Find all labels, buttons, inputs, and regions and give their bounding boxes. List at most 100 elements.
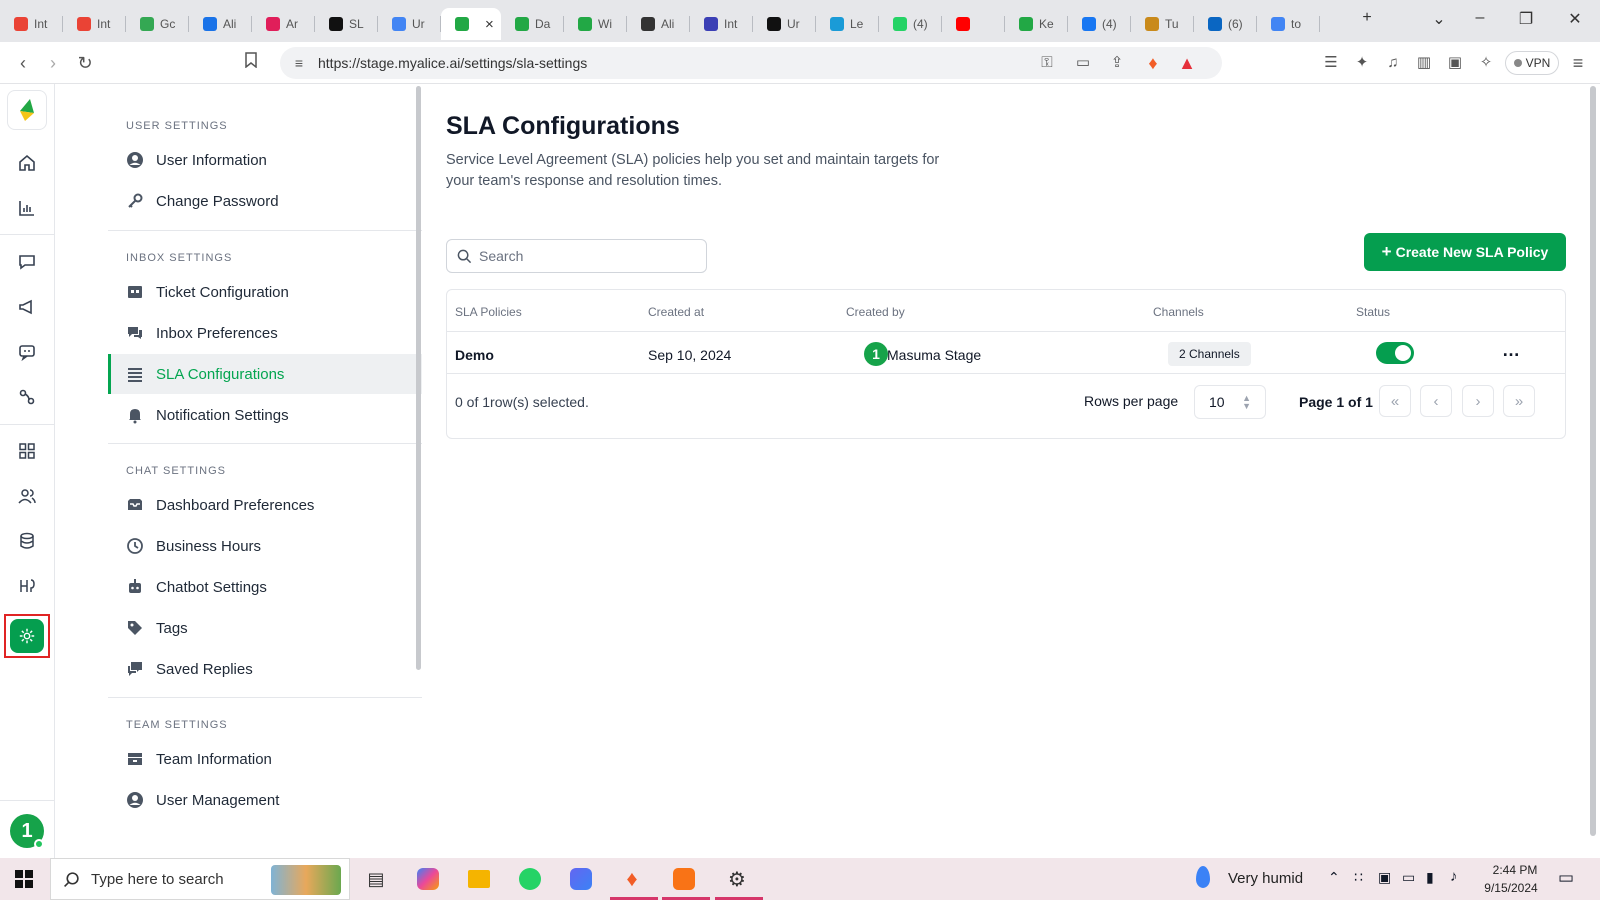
column-header-channels[interactable]: Channels — [1153, 305, 1204, 319]
column-header-created-by[interactable]: Created by — [846, 305, 905, 319]
forward-icon[interactable]: › — [42, 52, 64, 74]
share-icon[interactable]: ⇪ — [1106, 52, 1128, 74]
workflow-icon[interactable] — [15, 385, 39, 409]
browser-tab[interactable]: Le — [816, 8, 879, 40]
nav-item-user-management[interactable]: User Management — [108, 780, 456, 820]
browser-tab[interactable]: Ar — [252, 8, 315, 40]
ecommerce-icon[interactable] — [15, 574, 39, 598]
display-icon[interactable]: ▭ — [1402, 869, 1415, 886]
settings-app-icon[interactable]: ⚙ — [723, 865, 751, 893]
meet-now-icon[interactable]: ▣ — [1378, 869, 1391, 886]
browser-tab[interactable]: Int — [63, 8, 126, 40]
column-header-status[interactable]: Status — [1356, 305, 1390, 319]
column-header-sla-policies[interactable]: SLA Policies — [455, 305, 522, 319]
new-tab-button[interactable]: + — [1355, 9, 1379, 27]
customers-icon[interactable] — [15, 484, 39, 508]
network-icon[interactable]: ∷ — [1354, 869, 1363, 886]
copilot-icon[interactable] — [414, 865, 442, 893]
browser-tab[interactable]: Ur — [378, 8, 441, 40]
analytics-icon[interactable] — [15, 196, 39, 220]
browser-tab[interactable]: Ke — [1005, 8, 1068, 40]
leo-ai-icon[interactable]: ✧ — [1475, 52, 1497, 74]
address-bar[interactable]: ≡ https://stage.myalice.ai/settings/sla-… — [280, 47, 1222, 79]
sidebar-toggle-icon[interactable]: ▥ — [1413, 52, 1435, 74]
media-icon[interactable]: ♫ — [1382, 52, 1404, 74]
nav-item-ticket-configuration[interactable]: Ticket Configuration — [108, 272, 456, 312]
rows-per-page-select[interactable]: 10 ▲ ▼ — [1194, 385, 1266, 419]
nav-item-sla-configurations[interactable]: SLA Configurations — [108, 354, 456, 394]
windows-start-icon[interactable] — [15, 870, 33, 888]
nav-item-tags[interactable]: Tags — [108, 608, 456, 648]
browser-tab[interactable]: Da — [501, 8, 564, 40]
nav-item-team-information[interactable]: Team Information — [108, 739, 456, 779]
file-explorer-icon[interactable] — [465, 865, 493, 893]
browser-tab[interactable]: Int — [0, 8, 63, 40]
cast-icon[interactable]: ▭ — [1072, 52, 1094, 74]
browser-tab[interactable]: Ali — [189, 8, 252, 40]
myalice-logo[interactable] — [7, 90, 47, 130]
password-key-icon[interactable]: ⚿ — [1036, 52, 1058, 74]
search-box[interactable] — [446, 239, 707, 273]
channels-badge[interactable]: 2 Channels — [1168, 342, 1251, 366]
vpn-button[interactable]: VPN — [1505, 51, 1559, 75]
restore-button[interactable]: ❐ — [1514, 9, 1538, 29]
reload-icon[interactable]: ↻ — [74, 52, 96, 74]
browser-tab[interactable]: Ali — [627, 8, 690, 40]
nav-item-chatbot-settings[interactable]: Chatbot Settings — [108, 567, 456, 607]
nav-item-inbox-preferences[interactable]: Inbox Preferences — [108, 313, 456, 353]
browser-tab[interactable]: Ur — [753, 8, 816, 40]
home-icon[interactable] — [15, 151, 39, 175]
app-hexagon-icon[interactable] — [567, 865, 595, 893]
notification-center-icon[interactable]: ▭ — [1558, 868, 1574, 888]
whatsapp-icon[interactable] — [516, 865, 544, 893]
browser-tab[interactable]: to — [1257, 8, 1320, 40]
database-icon[interactable] — [15, 529, 39, 553]
first-page-button[interactable]: « — [1379, 385, 1411, 417]
site-settings-icon[interactable]: ≡ — [288, 52, 310, 74]
browser-tab[interactable] — [942, 8, 1005, 40]
nav-item-notification-settings[interactable]: Notification Settings — [108, 395, 456, 435]
close-window-button[interactable]: ✕ — [1563, 9, 1587, 29]
clock-time[interactable]: 2:44 PM — [1485, 863, 1545, 877]
clock-date[interactable]: 9/15/2024 — [1478, 881, 1544, 895]
integrations-grid-icon[interactable] — [15, 439, 39, 463]
create-new-sla-policy-button[interactable]: + Create New SLA Policy — [1364, 233, 1566, 271]
browser-tab[interactable]: Tu — [1131, 8, 1194, 40]
brave-shields-icon[interactable]: ♦ — [1142, 52, 1164, 74]
status-toggle[interactable] — [1376, 342, 1414, 364]
reader-icon[interactable]: ☰ — [1320, 52, 1342, 74]
brave-browser-icon[interactable]: ♦ — [618, 865, 646, 893]
weather-text[interactable]: Very humid — [1228, 870, 1303, 887]
broadcast-megaphone-icon[interactable] — [15, 295, 39, 319]
browser-tab[interactable]: (4) — [879, 8, 942, 40]
browser-tab[interactable]: Int — [690, 8, 753, 40]
nav-item-dashboard-preferences[interactable]: Dashboard Preferences — [108, 485, 456, 525]
main-scrollbar[interactable] — [1590, 86, 1596, 836]
slides-app-icon[interactable] — [670, 865, 698, 893]
column-header-created-at[interactable]: Created at — [648, 305, 704, 319]
minimize-button[interactable]: – — [1468, 9, 1492, 27]
browser-tab[interactable]: Wi — [564, 8, 627, 40]
browser-tab[interactable]: (4) — [1068, 8, 1131, 40]
chatbot-icon[interactable] — [15, 340, 39, 364]
tab-close-icon[interactable]: × — [485, 16, 494, 33]
browser-tab-active[interactable]: × — [441, 8, 501, 40]
last-page-button[interactable]: » — [1503, 385, 1535, 417]
inbox-chat-icon[interactable] — [15, 250, 39, 274]
volume-icon[interactable]: ♪ — [1450, 868, 1458, 885]
brave-rewards-icon[interactable]: ▲ — [1176, 52, 1198, 74]
menu-icon[interactable]: ≡ — [1567, 52, 1589, 74]
nav-item-change-password[interactable]: Change Password — [108, 181, 456, 221]
browser-tab[interactable]: Gc — [126, 8, 189, 40]
url-text[interactable]: https://stage.myalice.ai/settings/sla-se… — [318, 55, 587, 71]
extensions-icon[interactable]: ✦ — [1351, 52, 1373, 74]
tray-chevron-icon[interactable]: ⌃ — [1328, 869, 1340, 886]
search-input[interactable] — [479, 246, 699, 266]
taskbar-search-box[interactable]: Type here to search — [50, 858, 350, 900]
back-icon[interactable]: ‹ — [12, 52, 34, 74]
settings-rail-button[interactable] — [4, 614, 50, 658]
browser-tab[interactable]: SL — [315, 8, 378, 40]
task-view-icon[interactable]: ▤ — [362, 865, 390, 893]
battery-icon[interactable]: ▮ — [1426, 869, 1434, 886]
wallet-icon[interactable]: ▣ — [1444, 52, 1466, 74]
